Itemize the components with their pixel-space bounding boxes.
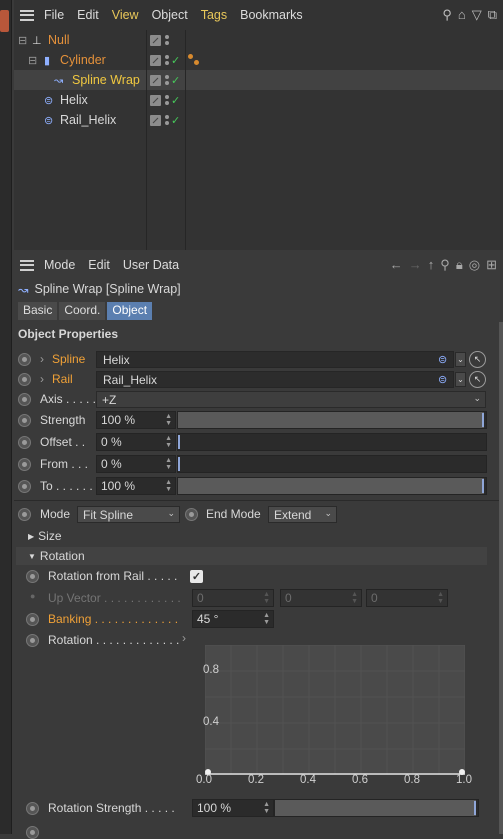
offset-input[interactable]: 0 % ▲ ▼ [96, 433, 176, 451]
up-vector-y-input[interactable]: 0 ▲ ▼ [280, 589, 362, 607]
from-input[interactable]: 0 % ▲ ▼ [96, 455, 176, 473]
rotation-strength-input[interactable]: 100 % ▲ ▼ [192, 799, 274, 817]
animate-radio[interactable] [18, 458, 31, 471]
stepper-icon: ▲ ▼ [437, 591, 444, 605]
chevron-down-icon[interactable]: ⌄ [455, 372, 466, 387]
rotation-from-rail-label: Rotation from Rail . . . . . [48, 569, 178, 583]
stepper-icon: ▲ ▼ [165, 435, 172, 449]
rotation-strength-label: Rotation Strength . . . . . [48, 801, 175, 815]
pick-arrow-icon[interactable]: ↖ [469, 371, 486, 388]
stepper-icon: ▲ ▼ [263, 591, 270, 605]
scrollbar[interactable] [499, 322, 503, 834]
group-size[interactable]: ▶ Size [16, 527, 487, 545]
y-tick-label: 0.4 [203, 716, 219, 728]
animate-radio[interactable] [26, 570, 39, 583]
up-vector-z-input[interactable]: 0 ▲ ▼ [366, 589, 448, 607]
stepper-icon: ▲ ▼ [263, 612, 270, 626]
to-label: To . . . . . . [40, 479, 93, 493]
offset-label: Offset . . [40, 435, 86, 449]
animate-radio[interactable] [26, 634, 39, 647]
rotation-strength-slider[interactable] [274, 799, 479, 817]
strength-slider[interactable] [177, 411, 487, 429]
stepper-icon: ▲ ▼ [351, 591, 358, 605]
stepper-icon: ▲ ▼ [165, 479, 172, 493]
to-slider[interactable] [177, 477, 487, 495]
stepper-icon: ▲ ▼ [165, 457, 172, 471]
from-label: From . . . [40, 457, 88, 471]
animate-radio[interactable] [18, 436, 31, 449]
rail-label: Rail [52, 372, 73, 386]
animate-radio[interactable] [18, 353, 31, 366]
animate-radio[interactable] [18, 393, 31, 406]
animate-radio[interactable] [26, 802, 39, 815]
x-tick-label: 0.0 [196, 774, 212, 786]
spline-object-icon: ⊜ [438, 354, 448, 366]
spline-link-field[interactable]: Helix [96, 351, 454, 368]
chevron-down-icon: ⌄ [167, 508, 175, 518]
from-slider[interactable] [177, 455, 487, 473]
to-input[interactable]: 100 % ▲ ▼ [96, 477, 176, 495]
expand-chevron-icon[interactable]: › [40, 372, 44, 386]
mode-dropdown[interactable]: Fit Spline ⌄ [77, 506, 180, 523]
rotation-from-rail-checkbox[interactable]: ✓ [190, 570, 203, 583]
strength-input[interactable]: 100 % ▲ ▼ [96, 411, 176, 429]
divider [14, 500, 503, 501]
curve-svg[interactable] [204, 644, 466, 776]
end-mode-dropdown[interactable]: Extend ⌄ [268, 506, 337, 523]
expand-chevron-icon[interactable]: › [40, 352, 44, 366]
animate-radio[interactable] [26, 613, 39, 626]
animate-radio[interactable] [26, 826, 39, 839]
caret-down-icon: ▼ [28, 551, 36, 561]
up-vector-label: Up Vector . . . . . . . . . . . . [48, 591, 181, 605]
spline-object-icon: ⊜ [438, 374, 448, 386]
animate-radio[interactable] [18, 508, 31, 521]
pick-arrow-icon[interactable]: ↖ [469, 351, 486, 368]
offset-slider[interactable] [177, 433, 487, 451]
group-rotation[interactable]: ▼ Rotation [16, 547, 487, 565]
chevron-down-icon[interactable]: ⌄ [455, 352, 466, 367]
graph-plot-area[interactable] [204, 644, 466, 776]
x-tick-label: 0.8 [404, 774, 420, 786]
animate-radio[interactable] [18, 373, 31, 386]
properties-layer: › Spline Helix ⊜ ⌄ ↖ › Rail Rail_Helix ⊜… [0, 0, 503, 839]
rotation-spline-graph[interactable]: 0.4 0.8 0.0 0.2 0.4 0.6 0.8 1.0 [183, 640, 473, 790]
animate-radio[interactable] [18, 480, 31, 493]
animate-radio[interactable] [185, 508, 198, 521]
chevron-down-icon: ⌄ [324, 508, 332, 518]
x-tick-label: 1.0 [456, 774, 472, 786]
end-mode-label: End Mode [206, 507, 261, 521]
x-tick-label: 0.2 [248, 774, 264, 786]
animate-radio[interactable] [18, 414, 31, 427]
disabled-dot-icon: ● [30, 591, 36, 601]
mode-label: Mode [40, 507, 71, 521]
chevron-down-icon: ⌄ [473, 393, 481, 403]
stepper-icon: ▲ ▼ [165, 413, 172, 427]
rotation-curve-label: Rotation . . . . . . . . . . . . . [48, 633, 180, 647]
axis-dropdown[interactable]: +Z ⌄ [96, 391, 486, 408]
axis-label: Axis . . . . . [40, 392, 97, 406]
banking-input[interactable]: 45 ° ▲ ▼ [192, 610, 274, 628]
banking-label: Banking . . . . . . . . . . . . . [48, 612, 179, 626]
spline-label: Spline [52, 352, 86, 366]
caret-right-icon: ▶ [28, 531, 35, 541]
rail-link-field[interactable]: Rail_Helix [96, 371, 454, 388]
stepper-icon: ▲ ▼ [263, 801, 270, 815]
up-vector-x-input[interactable]: 0 ▲ ▼ [192, 589, 274, 607]
x-tick-label: 0.4 [300, 774, 316, 786]
y-tick-label: 0.8 [203, 664, 219, 676]
strength-label: Strength [40, 413, 86, 427]
x-tick-label: 0.6 [352, 774, 368, 786]
